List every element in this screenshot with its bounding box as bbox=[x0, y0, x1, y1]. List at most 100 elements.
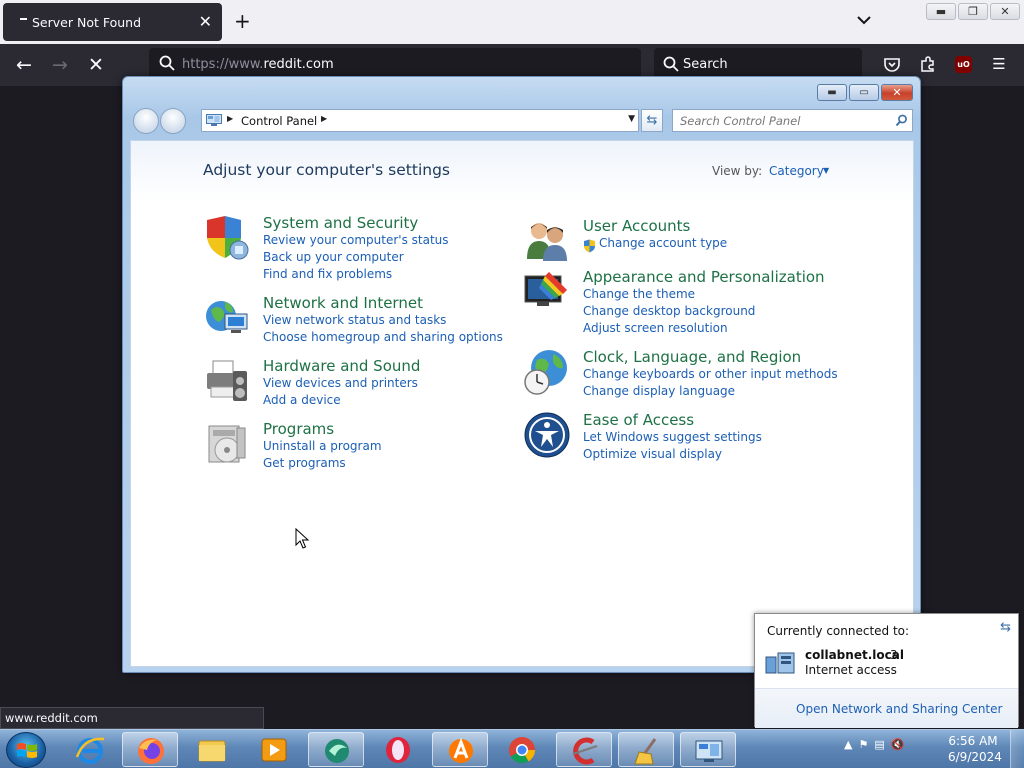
close-button[interactable]: ✕ bbox=[990, 3, 1020, 20]
maximize-button[interactable]: ▭ bbox=[849, 84, 879, 101]
cleaner-broom-icon[interactable] bbox=[618, 732, 674, 767]
browser-tab[interactable]: Server Not Found ✕ bbox=[3, 3, 222, 41]
category-hardware-sound: Hardware and Sound View devices and prin… bbox=[203, 357, 503, 407]
monitor-paint-icon[interactable] bbox=[523, 268, 571, 316]
avast-icon[interactable] bbox=[432, 732, 488, 767]
search-icon[interactable] bbox=[895, 114, 908, 127]
category-link[interactable]: Change the theme bbox=[583, 287, 695, 301]
category-link[interactable]: Get programs bbox=[263, 456, 346, 470]
internet-explorer-icon[interactable] bbox=[62, 732, 118, 767]
category-link[interactable]: Let Windows suggest settings bbox=[583, 430, 762, 444]
view-by-dropdown[interactable]: Category bbox=[769, 164, 824, 178]
pocket-icon[interactable] bbox=[883, 55, 901, 73]
address-dropdown-icon[interactable]: ▼ bbox=[628, 114, 635, 124]
clock-date: 6/9/2024 bbox=[948, 750, 1002, 764]
category-link[interactable]: Add a device bbox=[263, 393, 341, 407]
category-link[interactable]: Review your computer's status bbox=[263, 233, 449, 247]
refresh-icon[interactable]: ⇆ bbox=[1000, 620, 1011, 635]
category-title[interactable]: System and Security bbox=[263, 214, 418, 232]
category-title[interactable]: User Accounts bbox=[583, 217, 690, 235]
category-link[interactable]: Back up your computer bbox=[263, 250, 404, 264]
network-tray-icon[interactable]: ▤ bbox=[874, 738, 884, 751]
printer-icon[interactable] bbox=[203, 357, 251, 405]
ublock-origin-icon[interactable]: uO bbox=[955, 56, 972, 73]
new-tab-button[interactable]: + bbox=[234, 9, 251, 33]
search-placeholder: Search Control Panel bbox=[680, 114, 801, 128]
category-system-security: System and Security Review your computer… bbox=[203, 214, 503, 281]
start-button[interactable] bbox=[6, 732, 46, 768]
category-link[interactable]: Change keyboards or other input methods bbox=[583, 367, 838, 381]
action-center-flag-icon[interactable]: ⚑ bbox=[858, 738, 868, 751]
back-forward-buttons bbox=[133, 108, 195, 134]
category-link[interactable]: Find and fix problems bbox=[263, 267, 392, 281]
file-explorer-icon[interactable] bbox=[184, 732, 240, 767]
chevron-down-icon[interactable]: ▼ bbox=[823, 166, 829, 175]
tab-close-icon[interactable]: ✕ bbox=[199, 12, 212, 31]
ccleaner-icon[interactable] bbox=[556, 732, 612, 767]
programs-disc-icon[interactable] bbox=[203, 420, 251, 468]
category-title[interactable]: Programs bbox=[263, 420, 334, 438]
ease-of-access-icon[interactable] bbox=[523, 411, 571, 459]
users-icon[interactable] bbox=[523, 217, 571, 265]
category-link[interactable]: Adjust screen resolution bbox=[583, 321, 728, 335]
show-desktop-button[interactable] bbox=[1010, 730, 1024, 768]
list-all-tabs-icon[interactable] bbox=[855, 11, 873, 29]
category-clock-language-region: Clock, Language, and Region Change keybo… bbox=[523, 348, 853, 398]
category-title[interactable]: Ease of Access bbox=[583, 411, 694, 429]
control-panel-icon[interactable] bbox=[680, 732, 736, 767]
stop-loading-icon[interactable]: ✕ bbox=[84, 53, 108, 77]
chrome-icon[interactable] bbox=[494, 732, 550, 767]
search-icon bbox=[159, 55, 175, 71]
page-title: Adjust your computer's settings bbox=[203, 161, 450, 179]
breadcrumb-control-panel[interactable]: Control Panel bbox=[241, 114, 317, 128]
category-link[interactable]: View network status and tasks bbox=[263, 313, 446, 327]
network-status: Internet access bbox=[805, 663, 897, 677]
opera-icon[interactable] bbox=[370, 732, 426, 767]
extensions-puzzle-icon[interactable] bbox=[919, 55, 937, 73]
refresh-button[interactable]: ⇆ bbox=[641, 109, 663, 132]
globe-clock-icon[interactable] bbox=[523, 348, 571, 396]
back-button[interactable] bbox=[133, 108, 159, 134]
category-link[interactable]: Uninstall a program bbox=[263, 439, 382, 453]
domain-network-icon bbox=[765, 652, 795, 674]
category-link[interactable]: Change desktop background bbox=[583, 304, 755, 318]
category-link[interactable]: Choose homegroup and sharing options bbox=[263, 330, 503, 344]
back-arrow-icon[interactable]: ← bbox=[12, 53, 36, 77]
category-title[interactable]: Hardware and Sound bbox=[263, 357, 420, 375]
control-panel-icon bbox=[206, 114, 222, 126]
search-control-panel-input[interactable]: Search Control Panel bbox=[672, 109, 913, 132]
link-status-url: www.reddit.com bbox=[0, 707, 264, 729]
category-title[interactable]: Clock, Language, and Region bbox=[583, 348, 801, 366]
url-text[interactable]: https://www.reddit.com bbox=[182, 57, 334, 72]
control-panel-content: Adjust your computer's settings View by:… bbox=[130, 140, 914, 667]
category-link[interactable]: Optimize visual display bbox=[583, 447, 722, 461]
forward-button[interactable] bbox=[160, 108, 186, 134]
volume-muted-icon[interactable]: 🔇 bbox=[891, 738, 905, 751]
kaspersky-icon[interactable] bbox=[308, 732, 364, 767]
forward-arrow-icon[interactable]: → bbox=[48, 53, 72, 77]
control-panel-window: ▬ ▭ ✕ ▶ Control Panel ▶ ▼ ⇆ Search Contr… bbox=[122, 76, 921, 673]
close-button[interactable]: ✕ bbox=[881, 84, 913, 101]
breadcrumb-arrow-icon[interactable]: ▶ bbox=[227, 114, 233, 123]
windows-logo-icon bbox=[17, 743, 37, 758]
breadcrumb-arrow-icon[interactable]: ▶ bbox=[321, 114, 327, 123]
address-bar[interactable]: ▶ Control Panel ▶ ▼ bbox=[201, 109, 639, 132]
media-player-icon[interactable] bbox=[246, 732, 302, 767]
firefox-icon[interactable] bbox=[122, 732, 178, 767]
category-title[interactable]: Appearance and Personalization bbox=[583, 268, 825, 286]
category-link[interactable]: Change account type bbox=[599, 236, 727, 250]
network-globe-icon[interactable] bbox=[203, 294, 251, 342]
open-network-sharing-center-link[interactable]: Open Network and Sharing Center bbox=[796, 702, 1002, 716]
hamburger-menu-icon[interactable]: ☰ bbox=[990, 55, 1008, 73]
category-link[interactable]: View devices and printers bbox=[263, 376, 418, 390]
system-clock[interactable]: 6:56 AM 6/9/2024 bbox=[948, 733, 1002, 765]
shield-icon[interactable] bbox=[203, 214, 251, 262]
mouse-cursor-icon bbox=[295, 528, 310, 549]
minimize-button[interactable]: ▬ bbox=[926, 3, 956, 20]
show-hidden-icons-icon[interactable]: ▲ bbox=[844, 738, 852, 751]
minimize-button[interactable]: ▬ bbox=[817, 84, 847, 101]
category-title[interactable]: Network and Internet bbox=[263, 294, 423, 312]
restore-button[interactable]: ❐ bbox=[958, 3, 988, 20]
category-appearance-personalization: Appearance and Personalization Change th… bbox=[523, 268, 853, 335]
category-link[interactable]: Change display language bbox=[583, 384, 735, 398]
